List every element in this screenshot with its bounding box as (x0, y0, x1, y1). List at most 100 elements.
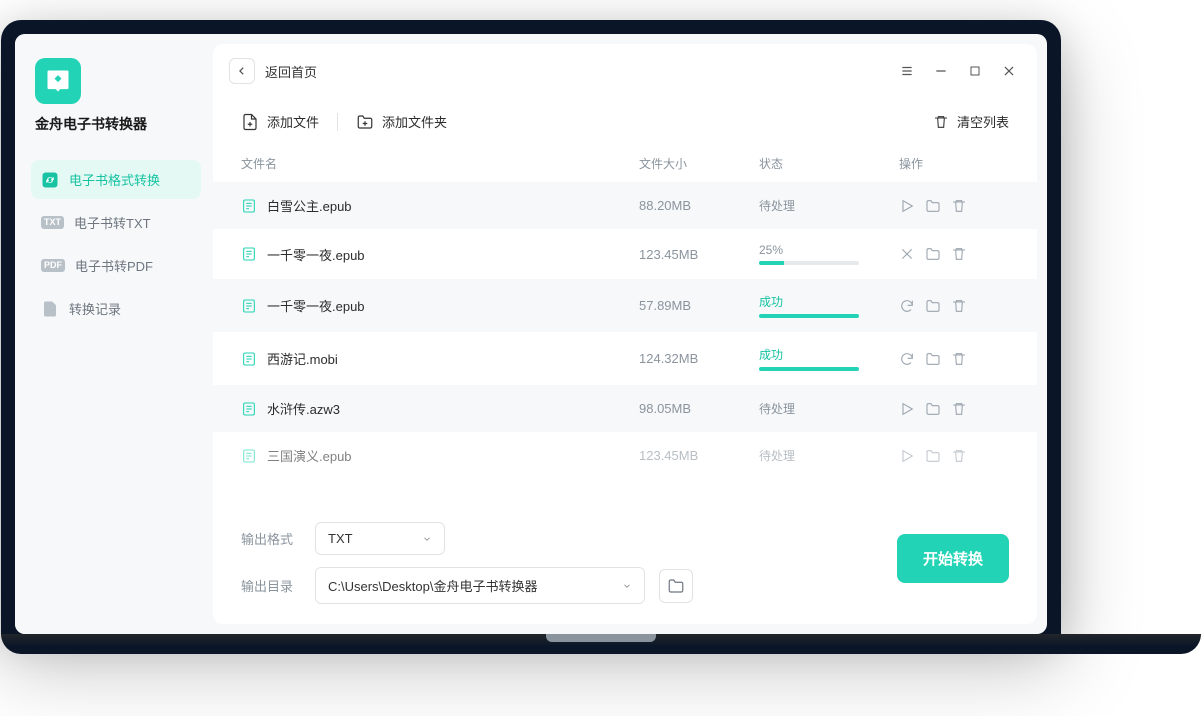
file-state: 25% (759, 243, 899, 257)
add-file-button[interactable]: 添加文件 (241, 108, 319, 135)
trash-icon[interactable] (951, 198, 967, 214)
progress-bar (759, 314, 859, 318)
file-size: 57.89MB (639, 298, 759, 313)
file-name: 三国演义.epub (267, 446, 352, 465)
menu-icon[interactable] (899, 63, 915, 79)
minimize-icon[interactable] (933, 63, 949, 79)
folder-icon[interactable] (925, 298, 941, 314)
table-row: 白雪公主.epub 88.20MB 待处理 (213, 182, 1037, 229)
table-row: 西游记.mobi 124.32MB 成功 (213, 332, 1037, 385)
file-icon (241, 351, 257, 367)
trash-icon[interactable] (951, 246, 967, 262)
file-name: 一千零一夜.epub (267, 296, 365, 315)
output-dir-label: 输出目录 (241, 576, 301, 595)
sidebar-item-to-pdf[interactable]: PDF 电子书转PDF (31, 246, 201, 285)
file-state: 成功 (759, 293, 899, 310)
table-row: 一千零一夜.epub 123.45MB 25% (213, 229, 1037, 279)
play-icon[interactable] (899, 448, 915, 464)
file-icon (241, 246, 257, 262)
trash-icon[interactable] (951, 298, 967, 314)
file-name: 水浒传.azw3 (267, 399, 340, 418)
clear-list-button[interactable]: 清空列表 (933, 108, 1009, 135)
col-ops: 操作 (899, 155, 1009, 172)
progress-bar (759, 367, 859, 371)
sidebar-item-label: 电子书转TXT (74, 213, 151, 232)
play-icon[interactable] (899, 198, 915, 214)
folder-icon[interactable] (925, 246, 941, 262)
sidebar: 金舟电子书转换器 电子书格式转换 TXT 电子书转TXT PDF 电子书转PDF (15, 34, 213, 634)
sidebar-item-to-txt[interactable]: TXT 电子书转TXT (31, 203, 201, 242)
file-name: 白雪公主.epub (267, 196, 352, 215)
file-state: 待处理 (759, 449, 795, 463)
progress-bar (759, 261, 859, 265)
file-list: 白雪公主.epub 88.20MB 待处理 一千零一夜.epub (213, 182, 1037, 510)
col-name: 文件名 (241, 155, 639, 172)
table-row: 水浒传.azw3 98.05MB 待处理 (213, 385, 1037, 432)
document-icon (41, 300, 59, 318)
output-format-select[interactable]: TXT (315, 522, 445, 555)
add-folder-label: 添加文件夹 (382, 112, 447, 131)
pdf-badge-icon: PDF (41, 259, 65, 272)
file-size: 98.05MB (639, 401, 759, 416)
trash-icon[interactable] (951, 448, 967, 464)
file-state: 待处理 (759, 199, 795, 213)
sidebar-item-label: 电子书转PDF (75, 256, 153, 275)
file-icon (241, 198, 257, 214)
file-size: 124.32MB (639, 351, 759, 366)
toolbar: 添加文件 添加文件夹 清空列表 (213, 94, 1037, 145)
col-size: 文件大小 (639, 155, 759, 172)
file-state: 成功 (759, 346, 899, 363)
output-dir-value: C:\Users\Desktop\金舟电子书转换器 (328, 576, 537, 595)
chevron-down-icon (622, 581, 632, 591)
folder-icon (667, 577, 685, 595)
play-icon[interactable] (899, 401, 915, 417)
main-content: 返回首页 添加文件 添加文件夹 (213, 44, 1037, 624)
retry-icon[interactable] (899, 298, 915, 314)
output-format-value: TXT (328, 531, 353, 546)
topbar-title: 返回首页 (265, 62, 317, 81)
cancel-icon[interactable] (899, 246, 915, 262)
refresh-icon (41, 171, 59, 189)
retry-icon[interactable] (899, 351, 915, 367)
file-state: 待处理 (759, 402, 795, 416)
app-window: 金舟电子书转换器 电子书格式转换 TXT 电子书转TXT PDF 电子书转PDF (15, 34, 1047, 634)
folder-icon[interactable] (925, 198, 941, 214)
close-icon[interactable] (1001, 63, 1017, 79)
app-name: 金舟电子书转换器 (35, 114, 147, 134)
browse-folder-button[interactable] (659, 569, 693, 603)
clear-list-label: 清空列表 (957, 112, 1009, 131)
chevron-down-icon (422, 534, 432, 544)
file-name: 西游记.mobi (267, 349, 338, 368)
table-header: 文件名 文件大小 状态 操作 (213, 145, 1037, 182)
start-convert-button[interactable]: 开始转换 (897, 534, 1009, 583)
file-size: 88.20MB (639, 198, 759, 213)
folder-icon[interactable] (925, 401, 941, 417)
file-size: 123.45MB (639, 448, 759, 463)
file-icon (241, 298, 257, 314)
back-button[interactable] (229, 58, 255, 84)
add-folder-button[interactable]: 添加文件夹 (356, 108, 447, 135)
trash-icon[interactable] (951, 351, 967, 367)
col-state: 状态 (759, 155, 899, 172)
topbar: 返回首页 (213, 44, 1037, 94)
bottom-panel: 输出格式 TXT 输出目录 C:\Users\Desktop\金舟电子书转换器 (213, 510, 1037, 624)
folder-icon[interactable] (925, 351, 941, 367)
file-icon (241, 401, 257, 417)
maximize-icon[interactable] (967, 63, 983, 79)
txt-badge-icon: TXT (41, 216, 64, 229)
trash-icon[interactable] (951, 401, 967, 417)
sidebar-item-history[interactable]: 转换记录 (31, 289, 201, 328)
add-file-label: 添加文件 (267, 112, 319, 131)
app-logo-block: 金舟电子书转换器 (31, 58, 201, 134)
sidebar-item-label: 电子书格式转换 (69, 170, 160, 189)
folder-icon[interactable] (925, 448, 941, 464)
file-name: 一千零一夜.epub (267, 245, 365, 264)
app-logo-icon (35, 58, 81, 104)
output-dir-select[interactable]: C:\Users\Desktop\金舟电子书转换器 (315, 567, 645, 604)
file-size: 123.45MB (639, 247, 759, 262)
table-row: 一千零一夜.epub 57.89MB 成功 (213, 279, 1037, 332)
sidebar-item-label: 转换记录 (69, 299, 121, 318)
sidebar-item-format-convert[interactable]: 电子书格式转换 (31, 160, 201, 199)
output-format-label: 输出格式 (241, 529, 301, 548)
table-row: 三国演义.epub 123.45MB 待处理 (213, 432, 1037, 479)
